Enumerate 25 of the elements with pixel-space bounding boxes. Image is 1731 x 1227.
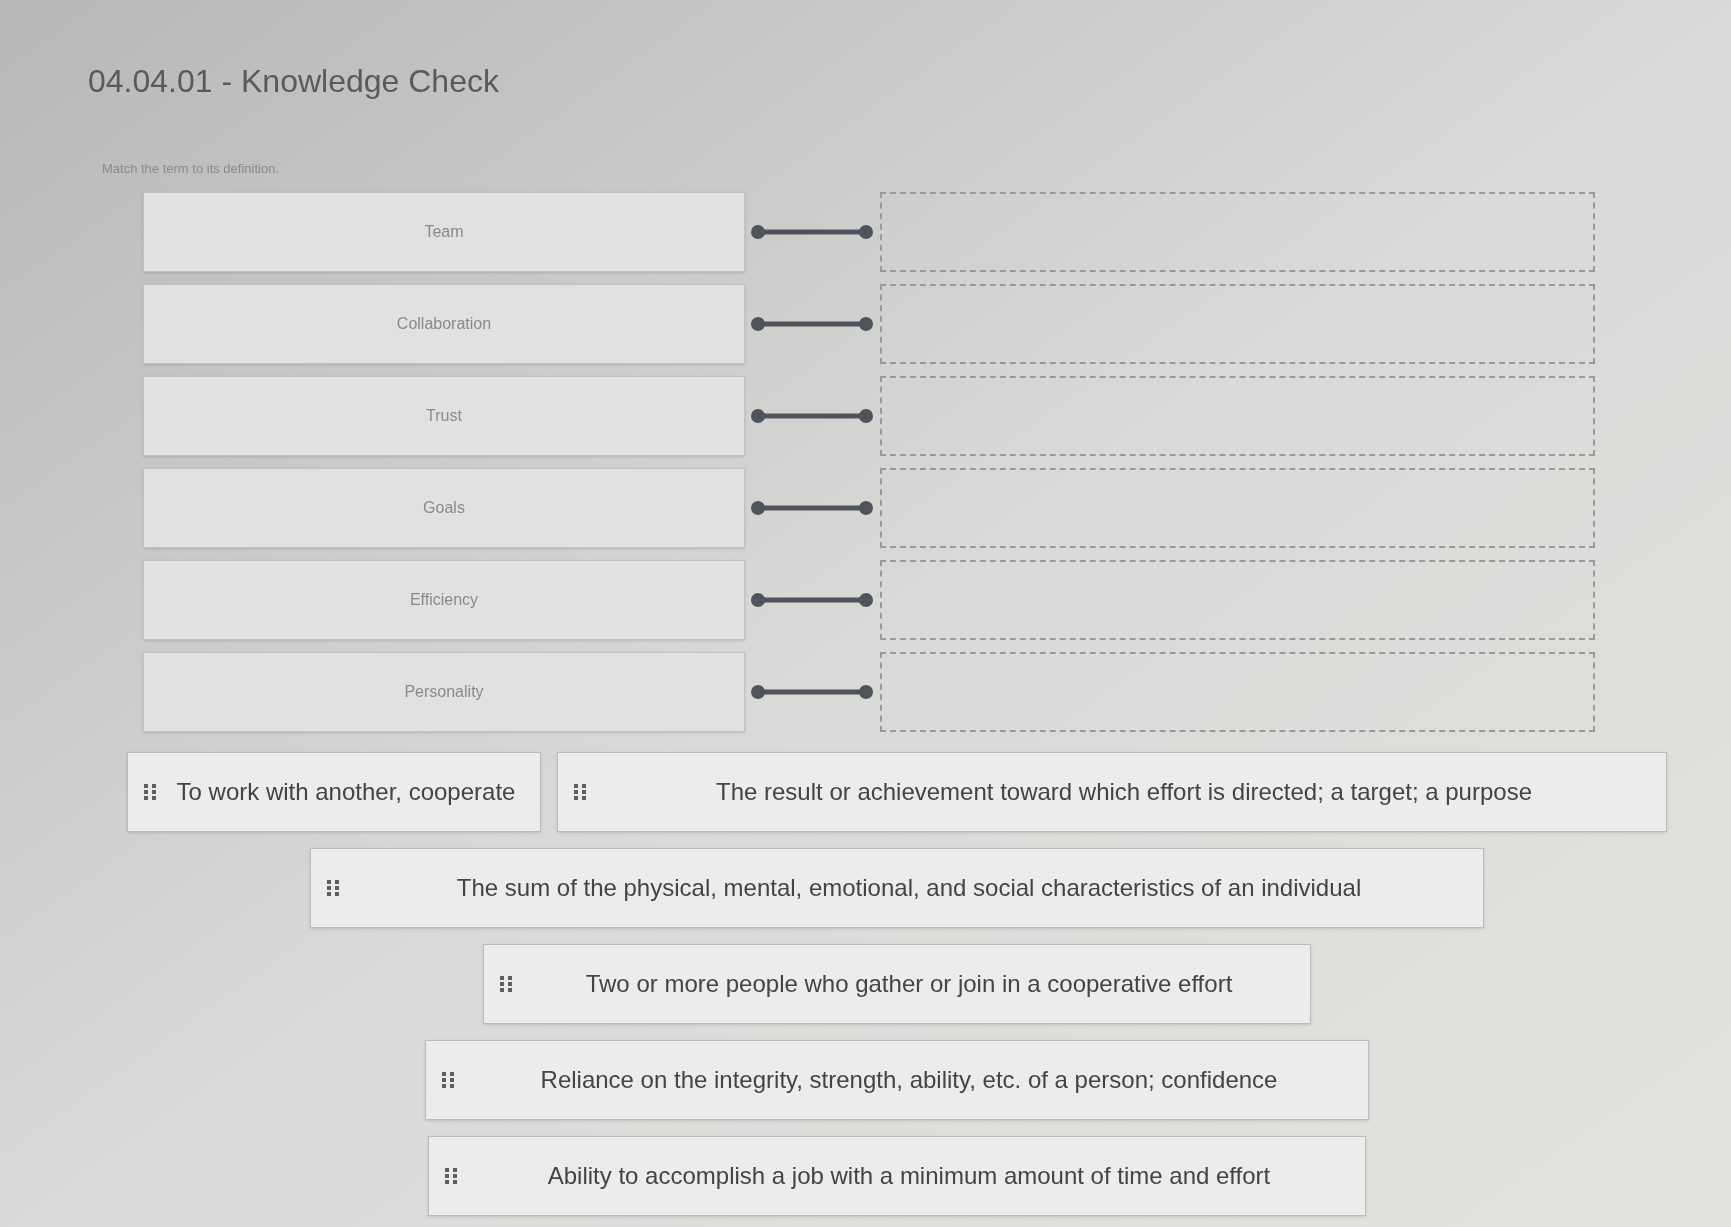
connector-handle-icon[interactable] xyxy=(751,593,873,607)
term-card: Goals xyxy=(143,468,745,548)
connector-handle-icon[interactable] xyxy=(751,225,873,239)
term-card: Personality xyxy=(143,652,745,732)
drag-handle-icon[interactable] xyxy=(327,880,339,896)
connector-handle-icon[interactable] xyxy=(751,685,873,699)
definition-card[interactable]: The sum of the physical, mental, emotional, and social characteristics of an individual xyxy=(310,848,1484,928)
definition-card[interactable]: To work with another, cooperate xyxy=(127,752,541,832)
connector-handle-icon[interactable] xyxy=(751,317,873,331)
definition-card[interactable]: The result or achievement toward which effort is directed; a target; a purpose xyxy=(557,752,1667,832)
term-card: Efficiency xyxy=(143,560,745,640)
drag-handle-icon[interactable] xyxy=(574,784,586,800)
definition-card[interactable]: Reliance on the integrity, strength, ability, etc. of a person; confidence xyxy=(425,1040,1369,1120)
definition-card[interactable]: Ability to accomplish a job with a minimum amount of time and effort xyxy=(428,1136,1366,1216)
term-card: Team xyxy=(143,192,745,272)
page-title: 04.04.01 - Knowledge Check xyxy=(88,62,499,100)
definition-card[interactable]: Two or more people who gather or join in a cooperative effort xyxy=(483,944,1311,1024)
connector-handle-icon[interactable] xyxy=(751,501,873,515)
term-card: Collaboration xyxy=(143,284,745,364)
term-card: Trust xyxy=(143,376,745,456)
connector-handle-icon[interactable] xyxy=(751,409,873,423)
drag-handle-icon[interactable] xyxy=(442,1072,454,1088)
drag-handle-icon[interactable] xyxy=(144,784,156,800)
drag-handle-icon[interactable] xyxy=(500,976,512,992)
drag-handle-icon[interactable] xyxy=(445,1168,457,1184)
